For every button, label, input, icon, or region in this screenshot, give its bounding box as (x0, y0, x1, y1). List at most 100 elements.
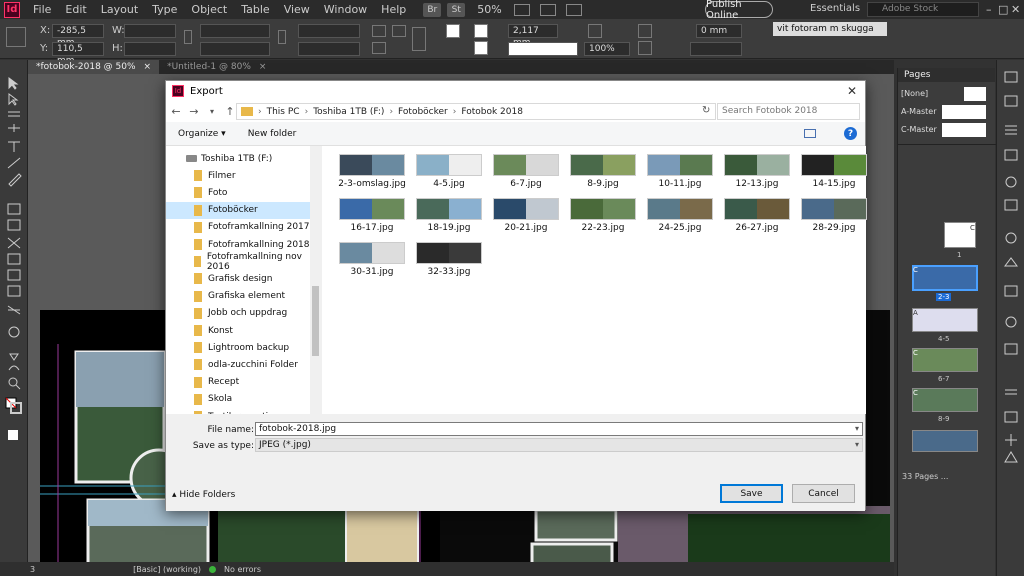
tree-item[interactable]: Jobb och uppdrag (166, 305, 310, 322)
breadcrumb-fotobok-2018[interactable]: Fotobok 2018 (461, 107, 523, 117)
adobe-stock-search-input[interactable]: Adobe Stock (867, 2, 979, 17)
tree-item[interactable]: Grafisk design (166, 270, 310, 287)
tree-item[interactable]: Skola (166, 391, 310, 408)
view-options-icon[interactable] (804, 129, 816, 138)
minimize-icon[interactable]: – (986, 3, 992, 16)
page-nav-field[interactable]: 3 (30, 565, 35, 574)
file-item[interactable]: 24-25.jpg (645, 195, 715, 235)
tree-item[interactable]: Lightroom backup (166, 339, 310, 356)
help-icon[interactable]: ? (844, 127, 857, 140)
master-none[interactable]: [None] (898, 86, 996, 102)
breadcrumb-fotobocker[interactable]: Fotoböcker (398, 107, 448, 117)
y-position-input[interactable]: 110,5 mm (52, 42, 104, 66)
zoom-level-dropdown[interactable]: 50% (477, 3, 501, 16)
tree-item[interactable]: odla-zucchini Folder (166, 356, 310, 373)
page-thumb-2-3[interactable] (912, 265, 978, 291)
tab-untitled-1[interactable]: *Untitled-1 @ 80% × (159, 60, 274, 74)
stock-button[interactable]: St (447, 2, 466, 17)
menu-window[interactable]: Window (317, 0, 374, 19)
page-thumb-next[interactable] (912, 430, 978, 452)
corner-offset-input[interactable]: 0 mm (696, 24, 742, 38)
publish-online-button[interactable]: Publish Online (705, 0, 773, 21)
constrain-scale-icon[interactable] (278, 30, 286, 44)
master-c[interactable]: C-Master (898, 122, 996, 138)
bridge-button[interactable]: Br (423, 2, 442, 17)
tree-item[interactable]: Filmer (166, 167, 310, 184)
width-input[interactable] (124, 24, 176, 38)
tree-item[interactable]: Fotoframkallning 2017 (166, 219, 310, 236)
tree-item[interactable]: Recept (166, 374, 310, 391)
breadcrumb-drive[interactable]: Toshiba 1TB (F:) (313, 107, 384, 117)
tree-item[interactable]: Fotoböcker (166, 201, 310, 219)
workspace-switcher[interactable]: Essentials (810, 3, 860, 14)
scale-y-input[interactable] (200, 42, 270, 56)
address-bar[interactable]: › This PC › Toshiba 1TB (F:) › Fotoböcke… (236, 103, 716, 120)
arrange-documents-icon[interactable] (565, 3, 582, 16)
folder-search-input[interactable]: Search Fotobok 2018 (717, 103, 860, 120)
file-item[interactable]: 18-19.jpg (414, 195, 484, 235)
tree-item[interactable]: Fotoframkallning 2018 (166, 236, 310, 253)
tree-item[interactable]: Grafiska element (166, 288, 310, 305)
chevron-down-icon[interactable]: ▾ (855, 423, 859, 435)
page-thumb-8-9[interactable] (912, 388, 978, 412)
tree-item[interactable]: Toshiba 1TB (F:) (166, 150, 310, 167)
tree-item[interactable]: Konst (166, 322, 310, 339)
organize-button[interactable]: Organize ▾ (178, 129, 226, 139)
dialog-close-icon[interactable]: ✕ (847, 84, 857, 98)
tab-close-icon[interactable]: × (259, 62, 267, 72)
rotate-icon[interactable] (372, 25, 386, 37)
hide-folders-button[interactable]: ▴ Hide Folders (172, 490, 235, 500)
page-thumb-6-7[interactable] (912, 348, 978, 372)
filename-input[interactable]: fotobok-2018.jpg ▾ (255, 422, 863, 436)
back-arrow-icon[interactable]: ← (168, 105, 184, 118)
file-item[interactable]: 10-11.jpg (645, 151, 715, 191)
fill-swatch-icon[interactable] (446, 24, 460, 38)
file-item[interactable]: 16-17.jpg (337, 195, 407, 235)
preflight-profile[interactable]: [Basic] (working) (133, 565, 201, 574)
flip-icon[interactable] (392, 25, 406, 37)
cancel-button[interactable]: Cancel (792, 484, 855, 503)
stroke-weight-input[interactable]: 2,117 mm (508, 24, 558, 48)
none-swatch-icon[interactable] (474, 24, 488, 38)
breadcrumb-this-pc[interactable]: This PC (267, 107, 300, 117)
forward-arrow-icon[interactable]: → (186, 105, 202, 118)
text-wrap-icon[interactable] (638, 24, 652, 38)
reference-point-icon[interactable] (6, 27, 26, 47)
menu-layout[interactable]: Layout (94, 0, 145, 19)
scrollbar-thumb[interactable] (312, 286, 319, 356)
stroke-swatch-icon[interactable] (474, 41, 488, 55)
view-options-icon[interactable] (513, 3, 530, 16)
file-item[interactable]: 2-3-omslag.jpg (337, 151, 407, 191)
x-position-input[interactable]: -285,5 mm (52, 24, 104, 48)
constrain-proportions-icon[interactable] (184, 30, 192, 44)
shear-input[interactable] (298, 42, 360, 56)
maximize-icon[interactable]: □ (998, 3, 1008, 16)
file-item[interactable]: 20-21.jpg (491, 195, 561, 235)
screen-mode-icon[interactable] (539, 3, 556, 16)
save-button[interactable]: Save (720, 484, 783, 503)
menu-type[interactable]: Type (145, 0, 184, 19)
refresh-icon[interactable]: ↻ (702, 105, 710, 116)
savetype-select[interactable]: JPEG (*.jpg) ▾ (255, 438, 863, 452)
drop-shadow-icon[interactable] (588, 24, 602, 38)
menu-object[interactable]: Object (184, 0, 234, 19)
select-container-icon[interactable] (372, 42, 386, 54)
menu-view[interactable]: View (277, 0, 317, 19)
tree-item[interactable]: Foto (166, 184, 310, 201)
height-input[interactable] (124, 42, 176, 56)
menu-edit[interactable]: Edit (58, 0, 93, 19)
menu-table[interactable]: Table (234, 0, 276, 19)
menu-file[interactable]: File (26, 0, 58, 19)
recent-chevron-icon[interactable]: ▾ (204, 107, 220, 116)
menu-help[interactable]: Help (374, 0, 413, 19)
file-item[interactable]: 8-9.jpg (568, 151, 638, 191)
file-item[interactable]: 32-33.jpg (414, 239, 484, 279)
close-icon[interactable]: ✕ (1011, 3, 1020, 16)
rotation-input[interactable] (298, 24, 360, 38)
file-item[interactable]: 6-7.jpg (491, 151, 561, 191)
page-thumb-4-5[interactable] (912, 308, 978, 332)
object-style-dropdown[interactable]: vit fotoram m skugga (773, 22, 887, 36)
file-item[interactable]: 26-27.jpg (722, 195, 792, 235)
tab-fotobok-2018[interactable]: *fotobok-2018 @ 50% × (28, 60, 160, 74)
corner-shape-dropdown[interactable] (690, 42, 742, 56)
